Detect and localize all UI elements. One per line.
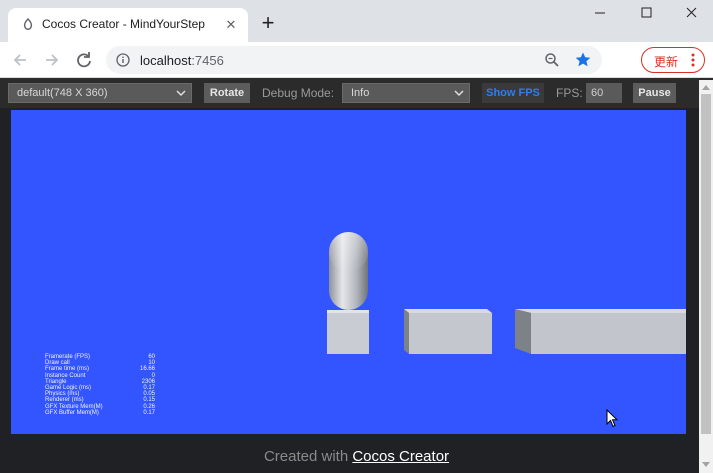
stat-value: 0.17 [143,409,155,416]
browser-toolbar: localhost:7456 更新 [0,42,713,78]
fps-label: FPS: [556,86,583,100]
arrow-left-icon [13,54,26,66]
new-tab-button[interactable]: + [256,12,280,36]
device-select-value: default(748 X 360) [17,87,108,99]
browser-tab[interactable]: Cocos Creator - MindYourStep ✕ [8,8,248,42]
maximize-button[interactable] [623,0,669,30]
stat-label: Framerate (FPS) [45,354,91,360]
chevron-down-icon [176,90,186,97]
reload-button[interactable] [72,49,96,71]
update-label: 更新 [654,55,679,69]
stat-row: GFX Buffer Mem(M) 0.17 [45,410,155,416]
debug-mode-value: Info [351,87,370,99]
stat-label: Game Logic (ms) [45,384,92,391]
loading-icon [23,18,33,30]
minimize-icon [595,12,605,14]
update-button[interactable]: 更新 [641,47,705,73]
url-text: localhost:7456 [140,53,224,68]
arrow-right-icon [46,54,59,66]
scroll-up-icon[interactable] [702,84,710,90]
bookmark-star-icon[interactable] [574,51,592,69]
footer-prefix: Created with [263,448,353,465]
debug-mode-label: Debug Mode: [262,86,335,100]
preview-toolbar: default(748 X 360) Rotate Debug Mode: In… [0,78,713,108]
close-tab-icon[interactable]: ✕ [222,16,240,34]
ground-block [515,309,686,354]
fps-input[interactable]: 60 [586,83,622,103]
maximize-icon [641,7,652,18]
browser-titlebar: Cocos Creator - MindYourStep ✕ + [0,0,713,42]
device-select[interactable]: default(748 X 360) [8,83,192,103]
stat-label: Frame time (ms) [45,366,89,373]
more-vert-icon [691,53,695,67]
stat-label: GFX Texture Mem(M) [45,403,103,410]
back-button[interactable] [8,49,32,71]
ground-block [404,309,492,354]
info-icon[interactable] [116,53,130,67]
forward-button[interactable] [40,49,64,71]
player-capsule [329,232,368,310]
scrollbar-thumb[interactable] [701,94,711,434]
zoom-icon[interactable] [544,52,560,68]
stat-label: Instance Count [45,372,86,379]
address-bar[interactable]: localhost:7456 [106,46,602,74]
chevron-down-icon [454,90,464,97]
minimize-button[interactable] [577,0,623,30]
stat-label: Draw call [45,360,70,367]
stat-label: Triangle [45,378,67,385]
stat-label: GFX Buffer Mem(M) [45,409,99,416]
stat-label: Renderer (ms) [45,397,84,404]
cocos-creator-link[interactable]: Cocos Creator [352,448,449,465]
show-fps-button[interactable]: Show FPS [482,83,544,103]
game-canvas[interactable]: Framerate (FPS) 60 Draw call 10 Frame time (… [11,110,686,434]
mouse-cursor-icon [606,409,618,428]
close-window-button[interactable] [669,0,713,30]
close-icon [686,7,697,18]
pause-button[interactable]: Pause [633,83,676,103]
footer: Created with Cocos Creator [0,448,713,465]
reload-icon [77,52,91,68]
ground-block [327,310,369,354]
tab-title: Cocos Creator - MindYourStep [42,17,205,31]
stat-label: Physics (ms) [45,391,80,398]
scrollbar[interactable] [699,80,713,473]
rotate-button[interactable]: Rotate [204,83,250,103]
profiler-stats: Framerate (FPS) 60 Draw call 10 Frame time (… [45,354,155,416]
debug-mode-select[interactable]: Info [342,83,470,103]
